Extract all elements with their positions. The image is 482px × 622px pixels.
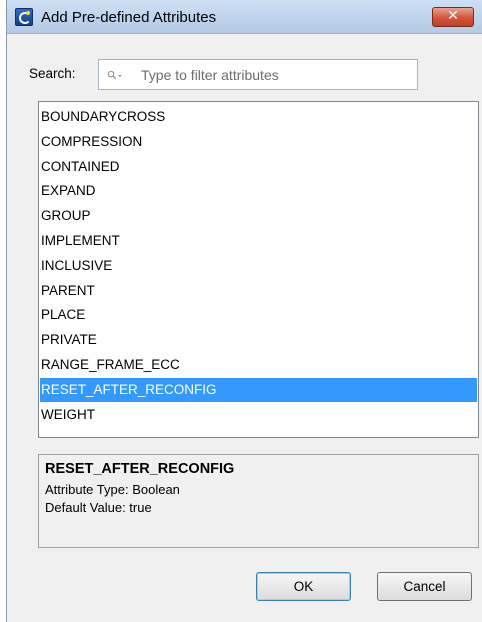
close-button[interactable]: ✕ — [432, 7, 474, 27]
list-item[interactable]: IMPLEMENT — [40, 229, 477, 253]
list-item[interactable]: BOUNDARYCROSS — [40, 105, 477, 129]
search-input[interactable] — [141, 66, 411, 84]
title-bar[interactable]: Add Pre-defined Attributes ✕ — [7, 0, 482, 34]
ok-button[interactable]: OK — [256, 572, 351, 601]
list-item[interactable]: WEIGHT — [40, 403, 477, 427]
list-item[interactable]: EXPAND — [40, 179, 477, 203]
details-default-value: Default Value: true — [45, 500, 152, 515]
list-item[interactable]: RESET_AFTER_RECONFIG — [40, 377, 477, 402]
list-item[interactable]: PLACE — [40, 303, 477, 327]
window-title: Add Pre-defined Attributes — [41, 9, 217, 26]
list-item[interactable]: COMPRESSION — [40, 130, 477, 154]
search-label: Search: — [29, 66, 76, 81]
list-item[interactable]: PRIVATE — [40, 328, 477, 352]
attribute-list[interactable]: BOUNDARYCROSS COMPRESSION CONTAINED EXPAND G… — [38, 101, 479, 438]
details-attribute-type: Attribute Type: Boolean — [45, 482, 180, 497]
add-attributes-dialog: Add Pre-defined Attributes ✕ Search: BOU… — [6, 0, 482, 622]
search-icon[interactable] — [107, 67, 123, 83]
search-field[interactable] — [98, 59, 418, 90]
app-icon — [15, 8, 33, 26]
cancel-button[interactable]: Cancel — [377, 572, 472, 601]
list-item[interactable]: INCLUSIVE — [40, 254, 477, 278]
list-item[interactable]: PARENT — [40, 279, 477, 303]
details-attribute-name: RESET_AFTER_RECONFIG — [45, 461, 235, 477]
list-item[interactable]: GROUP — [40, 204, 477, 228]
list-item[interactable]: RANGE_FRAME_ECC — [40, 353, 477, 377]
list-item[interactable]: CONTAINED — [40, 155, 477, 179]
attribute-details-panel: RESET_AFTER_RECONFIG Attribute Type: Boo… — [38, 454, 479, 548]
